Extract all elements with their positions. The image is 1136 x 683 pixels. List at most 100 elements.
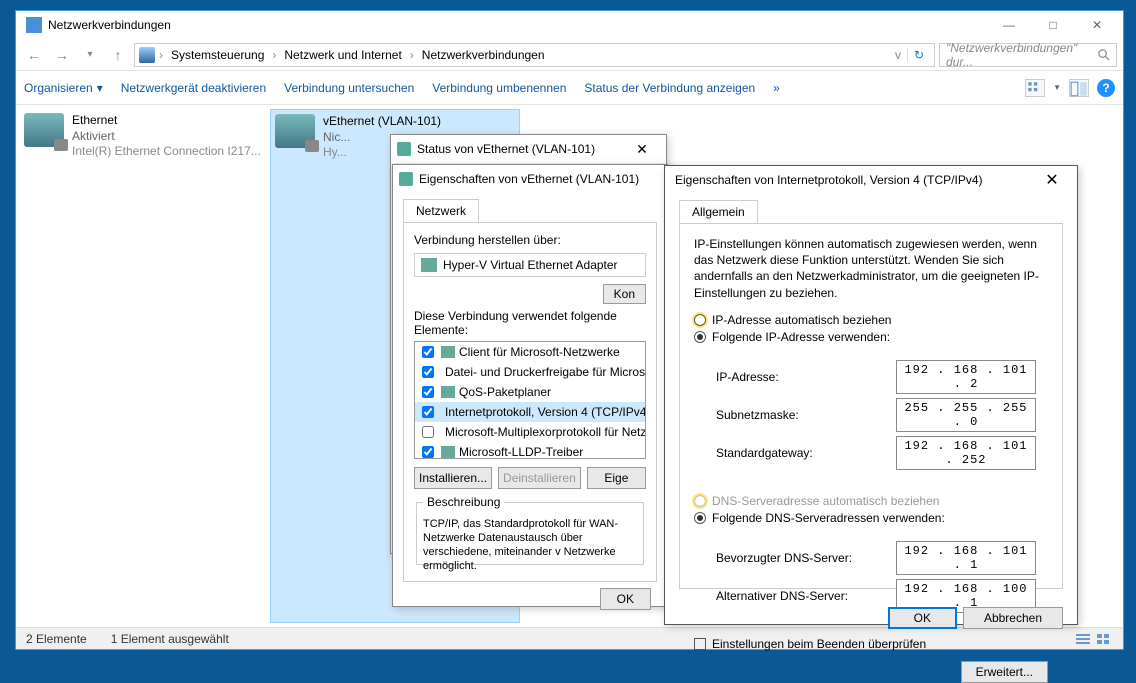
show-status-button[interactable]: Status der Verbindung anzeigen [584,81,755,95]
maximize-button[interactable]: □ [1031,11,1075,39]
gateway-input[interactable]: 192 . 168 . 101 . 252 [896,436,1036,470]
network-adapter-icon [275,114,315,148]
help-icon[interactable]: ? [1097,79,1115,97]
dns-manual-radio[interactable] [694,512,706,524]
elem-check-2[interactable] [422,386,434,398]
diagnose-button[interactable]: Verbindung untersuchen [284,81,414,95]
dns-auto-radio-row[interactable]: DNS-Serveradresse automatisch beziehen [694,494,1048,508]
rename-button[interactable]: Verbindung umbenennen [432,81,566,95]
validate-checkbox[interactable] [694,638,706,650]
properties-title: Eigenschaften von vEthernet (VLAN-101) [393,165,667,193]
elem-check-4[interactable] [422,426,434,438]
toolbar: Organisieren ▾ Netzwerkgerät deaktiviere… [16,71,1123,105]
props-ok-button[interactable]: OK [600,588,651,610]
component-icon [441,346,455,358]
gateway-label: Standardgateway: [716,446,896,460]
nic-icon [421,258,437,272]
element-props-button[interactable]: Eige [587,467,646,489]
elem-check-5[interactable] [422,446,434,458]
refresh-icon[interactable]: ↻ [907,48,930,62]
ip-label: IP-Adresse: [716,370,896,384]
configure-button[interactable]: Kon [603,284,646,304]
adapter-field: Hyper-V Virtual Ethernet Adapter [414,253,646,277]
ipv4-info-text: IP-Einstellungen können automatisch zuge… [694,236,1048,301]
details-view-icon[interactable] [1075,632,1093,646]
crumb-2[interactable]: Netzwerkverbindungen [418,48,549,62]
search-placeholder: "Netzwerkverbindungen" dur... [946,41,1097,69]
crumb-0[interactable]: Systemsteuerung [167,48,268,62]
properties-dialog: Eigenschaften von vEthernet (VLAN-101) N… [392,164,668,607]
back-button[interactable]: ← [22,43,46,67]
ip-auto-radio[interactable] [694,314,706,326]
search-icon [1097,48,1110,62]
up-button[interactable]: ↑ [106,43,130,67]
preferred-dns-input[interactable]: 192 . 168 . 101 . 1 [896,541,1036,575]
advanced-button[interactable]: Erweitert... [961,661,1048,683]
uninstall-button: Deinstallieren [498,467,581,489]
dns-alt-label: Alternativer DNS-Server: [716,589,896,603]
minimize-button[interactable]: — [987,11,1031,39]
ipv4-ok-button[interactable]: OK [888,607,957,629]
ip-manual-radio-row[interactable]: Folgende IP-Adresse verwenden: [694,330,1048,344]
control-panel-icon [139,47,155,63]
elem-label: Microsoft-Multiplexorprotokoll für Netzw… [445,425,646,439]
window-title: Netzwerkverbindungen [48,18,171,32]
connection-name: Ethernet [72,113,261,129]
organize-menu[interactable]: Organisieren ▾ [24,81,103,95]
connection-name: vEthernet (VLAN-101) [323,114,441,130]
install-button[interactable]: Installieren... [414,467,492,489]
mask-label: Subnetzmaske: [716,408,896,422]
titlebar: Netzwerkverbindungen — □ ✕ [16,11,1123,39]
connect-via-label: Verbindung herstellen über: [414,233,646,247]
forward-button[interactable]: → [50,43,74,67]
selection-count: 1 Element ausgewählt [111,632,229,646]
ipv4-tab-general[interactable]: Allgemein [679,200,758,223]
dns-manual-radio-row[interactable]: Folgende DNS-Serveradressen verwenden: [694,511,1048,525]
elem-label: Datei- und Druckerfreigabe für Microsoft… [445,365,646,379]
status-dialog-title: Status von vEthernet (VLAN-101) ✕ [391,135,666,163]
item-count: 2 Elemente [26,632,87,646]
elem-label: Client für Microsoft-Netzwerke [459,345,620,359]
elem-check-0[interactable] [422,346,434,358]
view-dropdown-icon[interactable]: ▼ [1053,83,1061,92]
recent-dropdown[interactable]: ▾ [78,43,102,67]
adapter-icon [397,142,411,156]
more-toolbar[interactable]: » [773,81,780,95]
status-close-button[interactable]: ✕ [624,137,660,161]
elem-check-1[interactable] [422,366,434,378]
connection-status: Aktiviert [72,129,261,145]
elements-label: Diese Verbindung verwendet folgende Elem… [414,309,646,337]
ipv4-close-button[interactable]: ✕ [1037,168,1067,192]
preview-pane-icon[interactable] [1069,79,1089,97]
ip-manual-radio[interactable] [694,331,706,343]
disable-device-button[interactable]: Netzwerkgerät deaktivieren [121,81,266,95]
component-icon [441,386,455,398]
subnet-mask-input[interactable]: 255 . 255 . 255 . 0 [896,398,1036,432]
window-icon [26,17,42,33]
crumb-1[interactable]: Netzwerk und Internet [280,48,405,62]
dns-auto-radio [694,495,706,507]
breadcrumb[interactable]: › Systemsteuerung › Netzwerk und Interne… [134,43,935,67]
large-icons-view-icon[interactable] [1095,632,1113,646]
connection-ethernet[interactable]: Ethernet Aktiviert Intel(R) Ethernet Con… [20,109,270,623]
elem-label: Internetprotokoll, Version 4 (TCP/IPv4) [445,405,646,419]
elem-check-3[interactable] [422,406,434,418]
dns-pref-label: Bevorzugter DNS-Server: [716,551,896,565]
view-options-icon[interactable] [1025,79,1045,97]
ip-auto-radio-row[interactable]: IP-Adresse automatisch beziehen [694,313,1048,327]
network-adapter-icon [24,113,64,147]
validate-checkbox-row[interactable]: Einstellungen beim Beenden überprüfen [694,637,1048,651]
ip-address-input[interactable]: 192 . 168 . 101 . 2 [896,360,1036,394]
network-tab[interactable]: Netzwerk [403,199,479,222]
close-button[interactable]: ✕ [1075,11,1119,39]
ipv4-cancel-button[interactable]: Abbrechen [963,607,1063,629]
elements-listbox[interactable]: Client für Microsoft-Netzwerke Datei- un… [414,341,646,459]
elem-label: QoS-Paketplaner [459,385,551,399]
ipv4-title: Eigenschaften von Internetprotokoll, Ver… [665,166,1077,194]
address-bar: ← → ▾ ↑ › Systemsteuerung › Netzwerk und… [16,39,1123,71]
elem-label: Microsoft-LLDP-Treiber [459,445,583,459]
description-box: Beschreibung TCP/IP, das Standardprotoko… [416,495,644,565]
search-input[interactable]: "Netzwerkverbindungen" dur... [939,43,1117,67]
component-icon [441,446,455,458]
adapter-icon [399,172,413,186]
